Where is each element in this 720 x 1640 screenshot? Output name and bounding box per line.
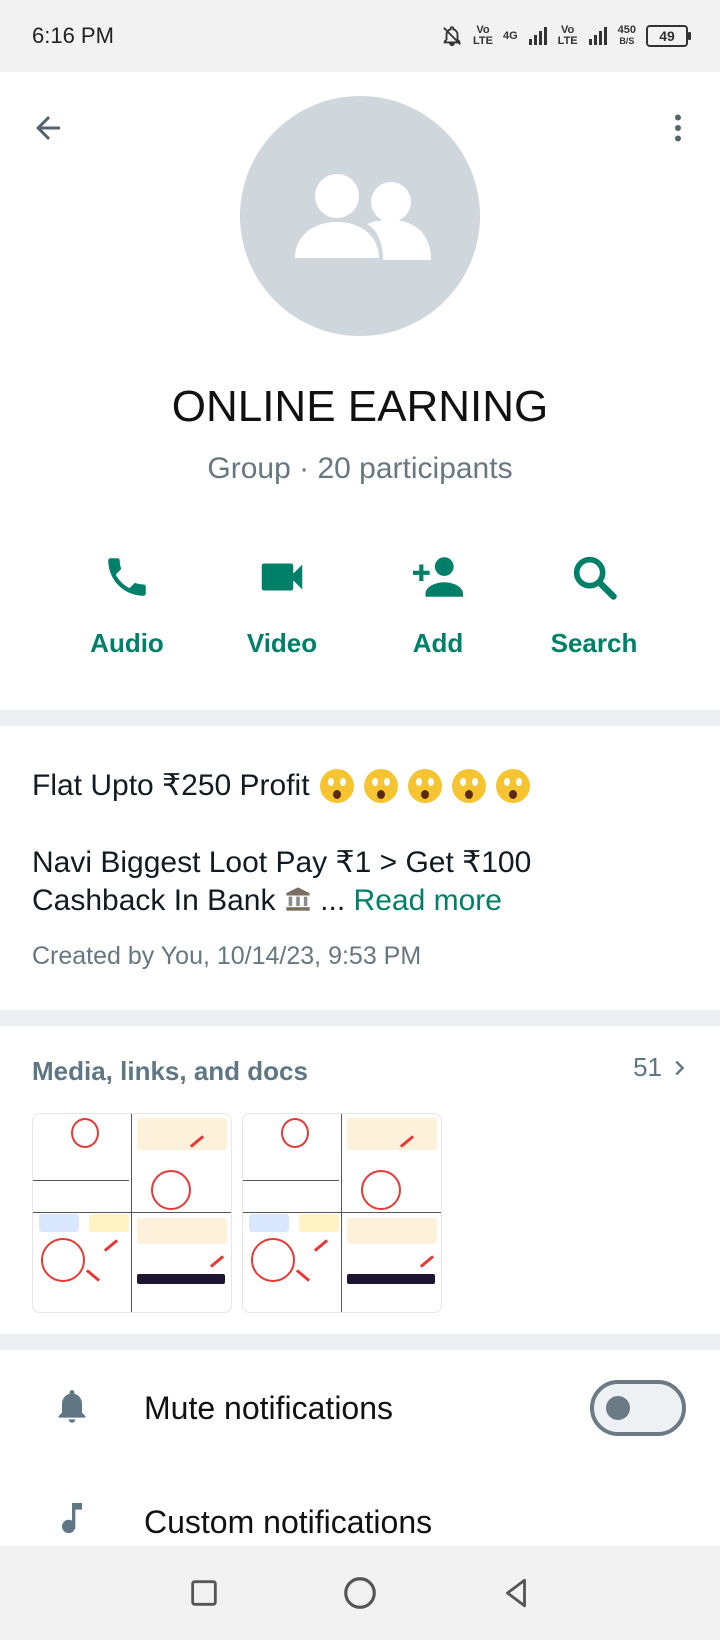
volte-indicator-2: Vo LTE	[557, 24, 578, 47]
group-name: ONLINE EARNING	[171, 382, 549, 431]
search-icon	[573, 556, 617, 600]
person-add-icon	[413, 557, 463, 597]
network-speed: 450 B/S	[617, 24, 636, 47]
media-thumbnail[interactable]	[242, 1113, 442, 1313]
mute-bell-icon	[443, 26, 461, 47]
volte-indicator-1: Vo LTE	[473, 24, 493, 47]
mute-toggle[interactable]	[590, 1380, 686, 1436]
home-button[interactable]	[341, 1574, 379, 1612]
group-participants: Group · 20 participants	[207, 452, 513, 485]
read-more-link[interactable]: Read more	[354, 884, 502, 917]
music-note-icon	[50, 1496, 94, 1540]
group-header: ONLINE EARNING Group · 20 participants A…	[0, 72, 720, 710]
recents-button[interactable]	[187, 1576, 221, 1610]
screenshot-image	[33, 1114, 231, 1312]
description-headline: Flat Upto ₹250 Profit	[32, 766, 688, 806]
system-nav-bar	[0, 1546, 720, 1640]
screenshot-image	[243, 1114, 441, 1312]
network-type: 4G	[502, 29, 518, 42]
toggle-knob	[606, 1396, 630, 1420]
media-section: Media, links, and docs 51	[0, 1026, 720, 1334]
custom-notifications-row[interactable]: Custom notifications	[0, 1460, 720, 1560]
video-call-button[interactable]: Video	[212, 542, 352, 659]
chevron-right-icon	[675, 1060, 685, 1075]
notification-settings: Mute notifications Custom notifications	[0, 1350, 720, 1546]
more-options-button[interactable]	[650, 100, 706, 156]
battery-icon: 49	[646, 25, 691, 47]
search-button[interactable]: Search	[524, 542, 664, 659]
signal-icon	[528, 27, 547, 45]
scream-emoji-icon	[495, 769, 530, 803]
group-description: Flat Upto ₹250 Profit Navi Biggest Loot …	[0, 726, 720, 1010]
status-icons: Vo LTE 4G Vo LTE 450 B/S 49	[441, 24, 691, 47]
status-bar: 6:16 PM Vo LTE 4G Vo LTE 450 B/S 49	[0, 0, 720, 72]
created-info: Created by You, 10/14/23, 9:53 PM	[32, 942, 422, 970]
media-thumbnail[interactable]	[32, 1113, 232, 1313]
group-icon	[295, 174, 431, 260]
media-title[interactable]: Media, links, and docs	[32, 1056, 308, 1087]
group-avatar[interactable]	[240, 96, 480, 336]
scream-emoji-icon	[451, 769, 486, 803]
bank-icon	[286, 887, 310, 911]
back-button[interactable]	[20, 100, 76, 156]
arrow-left-icon	[36, 116, 60, 140]
add-participant-button[interactable]: Add	[368, 542, 508, 659]
signal-icon-2	[588, 27, 607, 45]
scream-emoji-icon	[407, 769, 442, 803]
audio-call-button[interactable]: Audio	[57, 542, 197, 659]
status-time: 6:16 PM	[32, 23, 114, 48]
phone-icon	[108, 558, 146, 596]
scream-emoji-icon	[319, 769, 354, 803]
bell-icon	[50, 1384, 94, 1428]
back-nav-button[interactable]	[499, 1576, 533, 1610]
mute-notifications-row[interactable]: Mute notifications	[0, 1350, 720, 1450]
more-vert-icon	[675, 114, 681, 142]
videocam-icon	[261, 563, 303, 591]
scream-emoji-icon	[363, 769, 398, 803]
custom-notifications-label: Custom notifications	[144, 1504, 433, 1540]
description-body: Navi Biggest Loot Pay ₹1 > Get ₹100 Cash…	[32, 846, 532, 917]
mute-notifications-label: Mute notifications	[144, 1390, 394, 1426]
media-count[interactable]: 51	[633, 1052, 690, 1083]
